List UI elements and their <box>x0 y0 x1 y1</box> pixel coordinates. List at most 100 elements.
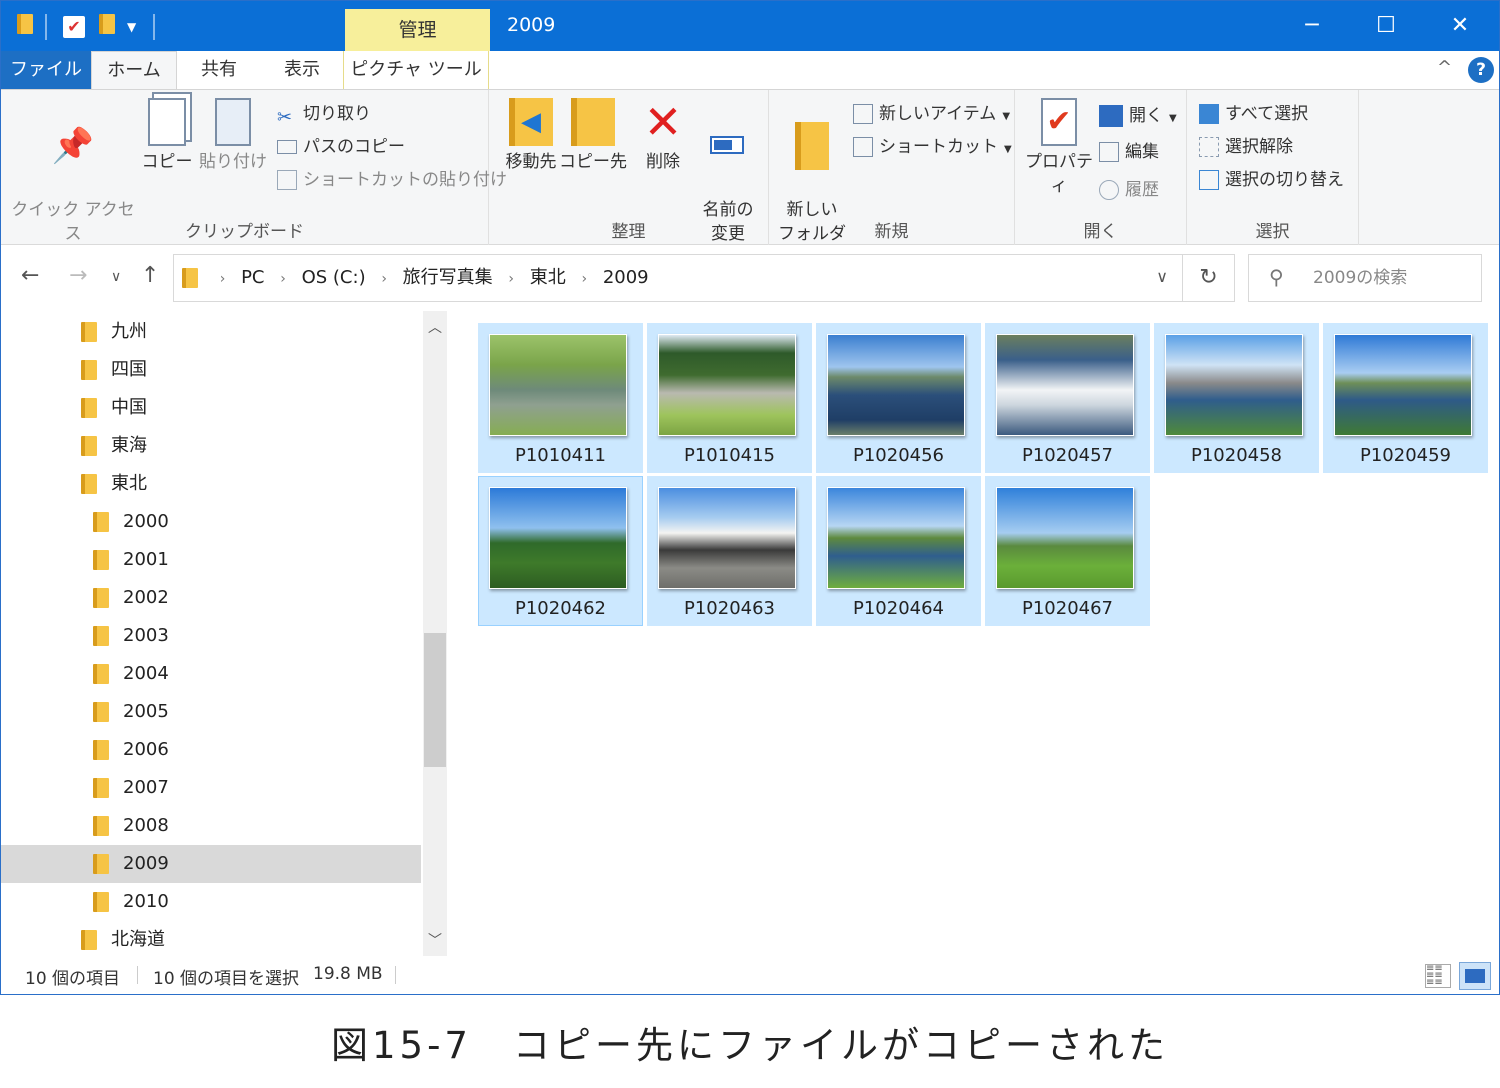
title-bar: ✔ ▼ 管理 2009 ─ ☐ ✕ <box>1 1 1499 51</box>
refresh-button[interactable]: ↻ <box>1183 254 1235 302</box>
tree-item[interactable]: 2008 <box>1 807 421 845</box>
large-icons-view-icon[interactable] <box>1459 962 1491 990</box>
tab-view[interactable]: 表示 <box>261 51 343 89</box>
tree-item[interactable]: 北海道 <box>1 921 421 959</box>
group-label-select: 選択 <box>1255 222 1290 242</box>
folder-icon <box>93 778 109 798</box>
tree-item[interactable]: 2001 <box>1 541 421 579</box>
folder-icon <box>81 436 97 456</box>
back-arrow-icon[interactable]: ← <box>21 263 39 288</box>
nav-scrollbar[interactable]: ︿ ﹀ <box>423 311 447 956</box>
copy-path-button[interactable]: パスのコピー <box>277 133 405 161</box>
pin-icon: 📌 <box>51 126 95 166</box>
scrollbar-thumb[interactable] <box>424 633 446 767</box>
new-item-label: 新しいアイテム <box>879 104 997 124</box>
breadcrumb-item[interactable]: OS (C:) <box>302 267 366 288</box>
copy-button[interactable]: コピー <box>141 98 193 174</box>
tree-item[interactable]: 東海 <box>1 427 421 465</box>
qat-dropdown-icon[interactable]: ▼ <box>127 14 136 40</box>
tree-item[interactable]: 2009 <box>1 845 421 883</box>
select-none-button[interactable]: 選択解除 <box>1199 133 1293 161</box>
select-all-button[interactable]: すべて選択 <box>1199 100 1308 128</box>
manage-context-tab[interactable]: 管理 <box>345 9 490 51</box>
file-thumbnail[interactable]: P1010411 <box>478 323 643 473</box>
close-button[interactable]: ✕ <box>1423 1 1497 51</box>
recent-dropdown-icon[interactable]: ∨ <box>111 269 121 285</box>
tree-item[interactable]: 2006 <box>1 731 421 769</box>
new-item-button[interactable]: 新しいアイテム ▼ <box>853 100 1010 128</box>
help-icon[interactable]: ? <box>1468 57 1494 83</box>
open-button[interactable]: 開く ▼ <box>1099 102 1177 130</box>
tree-item[interactable]: 2004 <box>1 655 421 693</box>
tab-file[interactable]: ファイル <box>1 51 91 89</box>
delete-button[interactable]: ✕ 削除 <box>635 98 691 174</box>
invert-selection-button[interactable]: 選択の切り替え <box>1199 166 1344 194</box>
properties-button[interactable]: ✔ プロパティ <box>1019 98 1099 198</box>
tab-home[interactable]: ホーム <box>91 51 177 90</box>
address-box[interactable]: › PC › OS (C:) › 旅行写真集 › 東北 › 2009 ∨ <box>173 254 1183 302</box>
photo-thumbnail-image <box>489 334 627 436</box>
collapse-ribbon-icon[interactable]: ^ <box>1437 57 1452 78</box>
breadcrumb-item[interactable]: 東北 <box>530 267 566 288</box>
scroll-up-icon[interactable]: ︿ <box>423 317 447 337</box>
address-dropdown-icon[interactable]: ∨ <box>1156 267 1168 286</box>
tree-item[interactable]: 2003 <box>1 617 421 655</box>
tree-item[interactable]: 2002 <box>1 579 421 617</box>
tree-item[interactable]: 四国 <box>1 351 421 389</box>
file-thumbnail[interactable]: P1020456 <box>816 323 981 473</box>
folder-icon <box>81 398 97 418</box>
paste-button[interactable]: 貼り付け <box>199 98 267 174</box>
copy-to-button[interactable]: コピー先 <box>559 98 627 174</box>
breadcrumb-item[interactable]: 2009 <box>603 267 649 288</box>
file-thumbnail[interactable]: P1020462 <box>478 476 643 626</box>
properties-check-icon[interactable]: ✔ <box>63 16 85 38</box>
copy-to-label: コピー先 <box>559 152 627 172</box>
history-label: 履歴 <box>1125 180 1159 200</box>
cut-button[interactable]: ✂ 切り取り <box>277 100 371 128</box>
forward-arrow-icon[interactable]: → <box>69 263 87 288</box>
minimize-button[interactable]: ─ <box>1275 1 1349 51</box>
photo-thumbnail-image <box>658 334 796 436</box>
edit-button[interactable]: 編集 <box>1099 138 1159 166</box>
navigation-pane: 九州 四国 中国 東海 東北 2000 2001 2002 2003 2004 2005 2006 20… <box>1 311 451 956</box>
file-thumbnail[interactable]: P1020457 <box>985 323 1150 473</box>
paste-shortcut-button[interactable]: ショートカットの貼り付け <box>277 166 507 194</box>
tab-share[interactable]: 共有 <box>177 51 261 89</box>
file-thumbnail[interactable]: P1020464 <box>816 476 981 626</box>
details-view-icon[interactable]: ≡≡ ≡≡ ≡≡ <box>1425 964 1451 988</box>
file-name: P1010415 <box>683 445 776 466</box>
breadcrumb-item[interactable]: 旅行写真集 <box>403 267 493 288</box>
move-to-button[interactable]: ◀ 移動先 <box>497 98 565 174</box>
shortcut-button[interactable]: ショートカット ▼ <box>853 133 1012 161</box>
status-separator <box>137 966 138 984</box>
status-separator <box>395 966 396 984</box>
file-thumbnail[interactable]: P1020467 <box>985 476 1150 626</box>
folder-icon <box>93 588 109 608</box>
tree-item[interactable]: 九州 <box>1 313 421 351</box>
tree-item[interactable]: 2005 <box>1 693 421 731</box>
search-box[interactable]: ⚲ 2009の検索 <box>1248 254 1482 302</box>
up-arrow-icon[interactable]: ↑ <box>141 263 159 288</box>
tree-item[interactable]: 2010 <box>1 883 421 921</box>
new-folder-icon[interactable] <box>99 14 115 34</box>
file-thumbnail[interactable]: P1020463 <box>647 476 812 626</box>
file-thumbnail[interactable]: P1020458 <box>1154 323 1319 473</box>
select-none-label: 選択解除 <box>1225 137 1293 157</box>
history-button[interactable]: 履歴 <box>1099 176 1159 204</box>
tab-picture-tools[interactable]: ピクチャ ツール <box>343 51 489 89</box>
tree-item-label: 四国 <box>111 359 147 380</box>
breadcrumb-item[interactable]: PC <box>241 267 264 288</box>
tree-item-label: 2000 <box>123 511 169 532</box>
tree-item[interactable]: 東北 <box>1 465 421 503</box>
file-thumbnail[interactable]: P1020459 <box>1323 323 1488 473</box>
tree-item[interactable]: 中国 <box>1 389 421 427</box>
folder-icon <box>81 930 97 950</box>
copy-to-icon <box>571 98 615 146</box>
scroll-down-icon[interactable]: ﹀ <box>423 930 447 950</box>
tree-item[interactable]: 2000 <box>1 503 421 541</box>
breadcrumb: › PC › OS (C:) › 旅行写真集 › 東北 › 2009 <box>182 255 659 302</box>
maximize-button[interactable]: ☐ <box>1349 1 1423 51</box>
tree-item[interactable]: 2007 <box>1 769 421 807</box>
group-clipboard: 📌 クイック アクセス にピン留めする コピー 貼り付け ✂切り取り パスのコピ… <box>1 90 507 268</box>
file-thumbnail[interactable]: P1010415 <box>647 323 812 473</box>
